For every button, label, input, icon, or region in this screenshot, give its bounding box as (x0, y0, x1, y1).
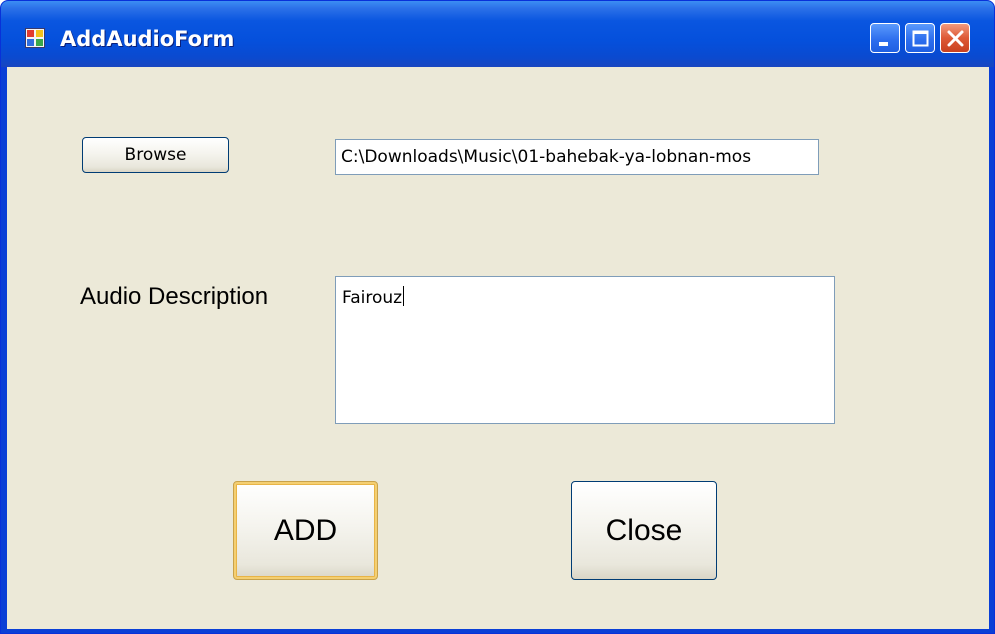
audio-description-text: Fairouz (342, 288, 403, 308)
form-client-area: Browse C:\Downloads\Music\01-bahebak-ya-… (7, 67, 989, 629)
close-icon (947, 30, 964, 47)
window-title: AddAudioForm (60, 27, 235, 51)
form-app-icon[interactable] (25, 28, 45, 48)
title-bar[interactable]: AddAudioForm (1, 1, 994, 67)
minimize-icon (879, 42, 888, 46)
maximize-button[interactable] (905, 23, 935, 53)
file-path-field[interactable]: C:\Downloads\Music\01-bahebak-ya-lobnan-… (335, 139, 819, 175)
audio-description-field[interactable]: Fairouz (335, 276, 835, 424)
close-button[interactable]: Close (571, 481, 717, 580)
maximize-icon (912, 30, 929, 47)
add-audio-window: AddAudioForm Browse C:\Downloads\Music\0… (0, 0, 995, 634)
close-window-button[interactable] (940, 23, 970, 53)
audio-description-label: Audio Description (80, 283, 269, 310)
browse-button[interactable]: Browse (82, 137, 229, 173)
add-button[interactable]: ADD (233, 481, 378, 580)
minimize-button[interactable] (870, 23, 900, 53)
text-caret (403, 286, 405, 306)
